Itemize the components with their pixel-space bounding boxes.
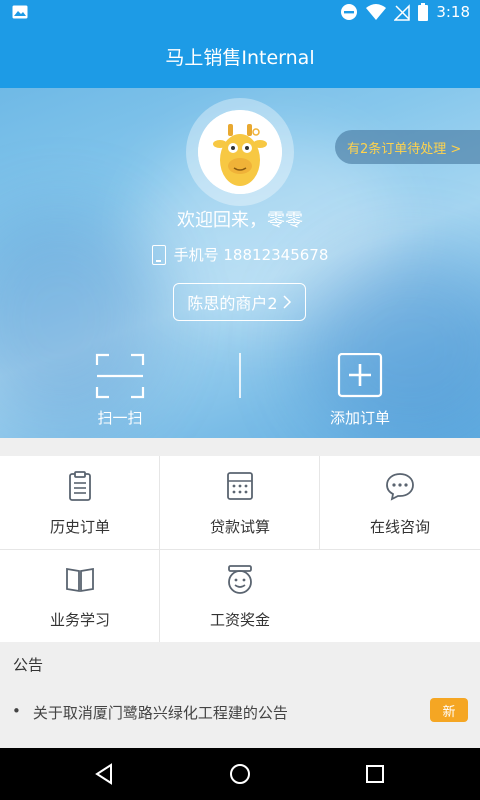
scan-icon — [95, 353, 145, 399]
chevron-right-icon — [283, 295, 291, 309]
status-bar: 3:18 — [0, 0, 480, 24]
feature-grid: 历史订单 贷款试算 在线咨询 业务学习 工资奖金 — [0, 456, 480, 642]
scan-label: 扫一扫 — [97, 409, 143, 427]
section-gap — [0, 438, 480, 456]
smile-badge-icon — [228, 565, 252, 594]
grid-item-online-consult[interactable]: 在线咨询 — [320, 456, 480, 549]
grid-item-label: 在线咨询 — [369, 518, 430, 536]
home-icon[interactable] — [228, 762, 252, 786]
phone-row: 手机号 18812345678 — [0, 244, 480, 265]
add-order-label: 添加订单 — [329, 409, 390, 427]
phone-number: 手机号 18812345678 — [173, 246, 329, 264]
system-navigation-bar — [0, 748, 480, 800]
clipboard-icon — [69, 471, 91, 501]
chat-icon — [386, 473, 414, 501]
pending-orders-text: 有2条订单待处理 > — [347, 141, 462, 157]
announcement-text: 关于取消厦门鹭路兴绿化工程建的公告 — [32, 704, 288, 722]
merchant-selector-button[interactable]: 陈思的商户2 — [173, 283, 306, 321]
grid-item-label: 历史订单 — [49, 518, 110, 536]
profile-header: 有2条订单待处理 > 欢迎回来，零零 手机号 18812345678 陈思的商户… — [0, 88, 480, 438]
back-icon[interactable] — [93, 762, 117, 786]
add-order-icon — [337, 352, 383, 398]
add-order-button[interactable]: 添加订单 — [240, 352, 480, 433]
grid-item-loan-calculator[interactable]: 贷款试算 — [160, 456, 320, 549]
dnd-icon — [341, 4, 358, 20]
clock: 3:18 — [436, 3, 470, 21]
avatar[interactable] — [198, 110, 282, 194]
welcome-text: 欢迎回来，零零 — [177, 210, 303, 231]
grid-item-business-learning[interactable]: 业务学习 — [0, 549, 160, 642]
announcement-section: 公告 • 关于取消厦门鹭路兴绿化工程建的公告 新 — [0, 642, 480, 748]
pending-orders-banner[interactable]: 有2条订单待处理 > — [335, 130, 480, 164]
giraffe-mascot-icon — [198, 110, 282, 194]
wifi-icon — [366, 4, 387, 20]
grid-item-salary-bonus[interactable]: 工资奖金 — [160, 549, 320, 642]
image-notification-icon — [12, 5, 28, 19]
grid-item-label: 贷款试算 — [209, 518, 270, 536]
app-bar: 马上销售Internal — [0, 24, 480, 88]
grid-item-order-history[interactable]: 历史订单 — [0, 456, 160, 549]
recents-icon[interactable] — [363, 762, 387, 786]
scan-button[interactable]: 扫一扫 — [0, 353, 240, 433]
no-signal-icon — [394, 4, 411, 21]
book-icon — [66, 567, 94, 593]
grid-item-label: 业务学习 — [49, 611, 110, 629]
bullet: • — [12, 702, 21, 720]
mobile-phone-icon — [151, 244, 166, 265]
calculator-icon — [227, 472, 253, 500]
battery-icon — [418, 3, 429, 21]
announcement-item[interactable]: • 关于取消厦门鹭路兴绿化工程建的公告 — [12, 702, 288, 723]
merchant-name: 陈思的商户2 — [187, 294, 278, 313]
app-title: 马上销售Internal — [165, 46, 315, 69]
announcement-title: 公告 — [13, 656, 44, 674]
new-badge: 新 — [430, 698, 468, 722]
grid-item-label: 工资奖金 — [209, 611, 270, 629]
